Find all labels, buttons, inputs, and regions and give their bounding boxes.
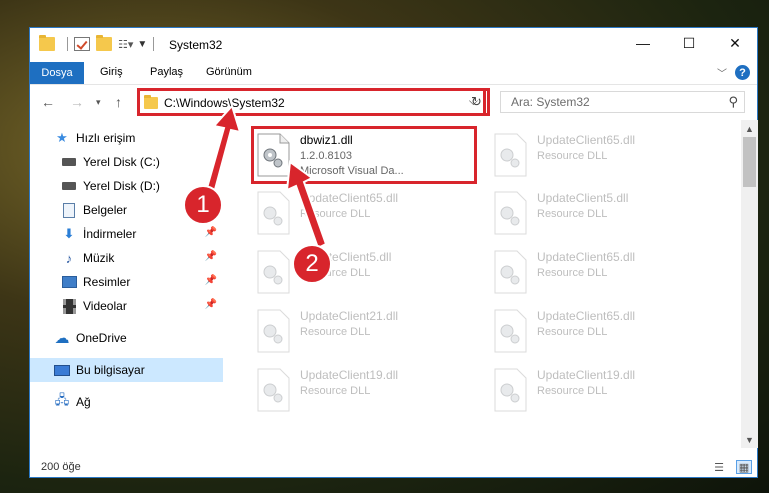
callout-arrow-2: [285, 160, 328, 250]
callout-badge-2: 2: [292, 244, 332, 284]
callout-badge-1: 1: [183, 185, 223, 225]
callout-arrows: [203, 104, 328, 250]
callout-arrow-1: [203, 104, 242, 199]
